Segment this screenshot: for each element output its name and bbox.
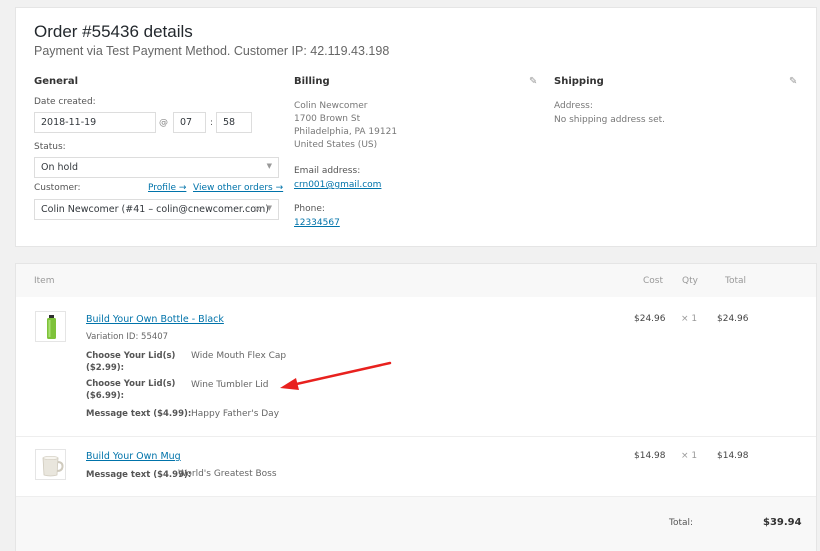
shipping-address-value: No shipping address set. — [554, 115, 666, 125]
billing-address-line: United States (US) — [294, 140, 378, 150]
items-table-header: Item Cost Qty Total — [16, 264, 816, 297]
billing-address-line: 1700 Brown St — [294, 114, 361, 124]
item-qty: × 1 — [681, 451, 698, 461]
status-label: Status: — [34, 142, 66, 152]
meta-key: Choose Your Lid(s) ($6.99): — [86, 378, 175, 402]
row-divider — [16, 436, 816, 437]
billing-address: Colin Newcomer 1700 Brown St Philadelphi… — [294, 100, 397, 152]
phone-label: Phone: — [294, 204, 325, 214]
meta-key: Message text ($4.99): — [86, 409, 192, 419]
meta-key-line: Choose Your Lid(s) — [86, 351, 176, 361]
email-label: Email address: — [294, 166, 361, 176]
item-name-link[interactable]: Build Your Own Mug — [86, 451, 181, 462]
dropdown-caret-icon: ▼ — [266, 162, 272, 170]
order-subtitle: Payment via Test Payment Method. Custome… — [34, 44, 390, 58]
billing-address-line: Philadelphia, PA 19121 — [294, 127, 398, 137]
at-symbol: @ — [159, 118, 168, 128]
item-name-link[interactable]: Build Your Own Bottle - Black — [86, 314, 224, 325]
phone-link[interactable]: 12334567 — [294, 218, 340, 228]
mug-thumbnail — [35, 449, 66, 480]
meta-value: Wine Tumbler Lid — [191, 380, 269, 390]
billing-address-line: Colin Newcomer — [294, 101, 368, 111]
meta-key-line: ($2.99): — [86, 363, 125, 373]
mug-icon — [42, 456, 64, 477]
item-total: $14.98 — [717, 451, 749, 461]
item-qty: × 1 — [681, 314, 698, 324]
hour-input[interactable]: 07 — [173, 112, 206, 133]
totals-section: Total: $39.94 — [16, 496, 816, 551]
minute-input[interactable]: 58 — [216, 112, 252, 133]
qty-column-header: Qty — [682, 276, 698, 286]
view-other-orders-link[interactable]: View other orders → — [193, 183, 283, 193]
date-created-input[interactable]: 2018-11-19 — [34, 112, 156, 133]
edit-billing-pencil-icon[interactable]: ✎ — [529, 76, 537, 87]
date-created-label: Date created: — [34, 97, 96, 107]
cost-column-header: Cost — [643, 276, 664, 286]
meta-value: Wide Mouth Flex Cap — [191, 351, 287, 361]
item-column-header: Item — [34, 276, 55, 286]
bottle-icon — [47, 315, 56, 339]
customer-label: Customer: — [34, 183, 81, 193]
shipping-heading: Shipping — [554, 76, 604, 87]
item-cost: $24.96 — [634, 314, 666, 324]
billing-heading: Billing — [294, 76, 330, 87]
meta-key: Choose Your Lid(s) ($2.99): — [86, 350, 175, 374]
edit-shipping-pencil-icon[interactable]: ✎ — [789, 76, 797, 87]
meta-value: World's Greatest Boss — [178, 469, 277, 479]
page-title: Order #55436 details — [34, 22, 193, 41]
dropdown-caret-icon: ▼ — [266, 204, 272, 212]
total-column-header: Total — [725, 276, 747, 286]
status-value: On hold — [41, 162, 79, 173]
customer-select[interactable]: Colin Newcomer (#41 – colin@cnewcomer.co… — [34, 199, 279, 220]
order-items-panel: Item Cost Qty Total Build Your Own Bottl… — [15, 263, 817, 551]
email-link[interactable]: crn001@gmail.com — [294, 180, 381, 190]
variation-id: Variation ID: 55407 — [86, 332, 169, 342]
profile-link[interactable]: Profile → — [148, 183, 186, 193]
total-value: $39.94 — [763, 517, 802, 528]
general-heading: General — [34, 76, 78, 87]
bottle-thumbnail — [35, 311, 66, 342]
item-total: $24.96 — [717, 314, 749, 324]
meta-key: Message text ($4.99): — [86, 470, 192, 480]
meta-value: Happy Father's Day — [191, 409, 280, 419]
customer-value: Colin Newcomer (#41 – colin@cnewcomer.co… — [41, 204, 269, 215]
order-details-panel: Order #55436 details Payment via Test Pa… — [15, 7, 817, 247]
shipping-address-label: Address: — [554, 101, 593, 111]
meta-key-line: ($6.99): — [86, 391, 125, 401]
time-separator: : — [210, 118, 214, 128]
item-cost: $14.98 — [634, 451, 666, 461]
clear-customer-icon[interactable]: × — [254, 204, 262, 215]
arrow-annotation — [280, 361, 392, 390]
status-select[interactable]: On hold ▼ — [34, 157, 279, 178]
meta-key-line: Choose Your Lid(s) — [86, 379, 176, 389]
total-label: Total: — [669, 518, 694, 528]
